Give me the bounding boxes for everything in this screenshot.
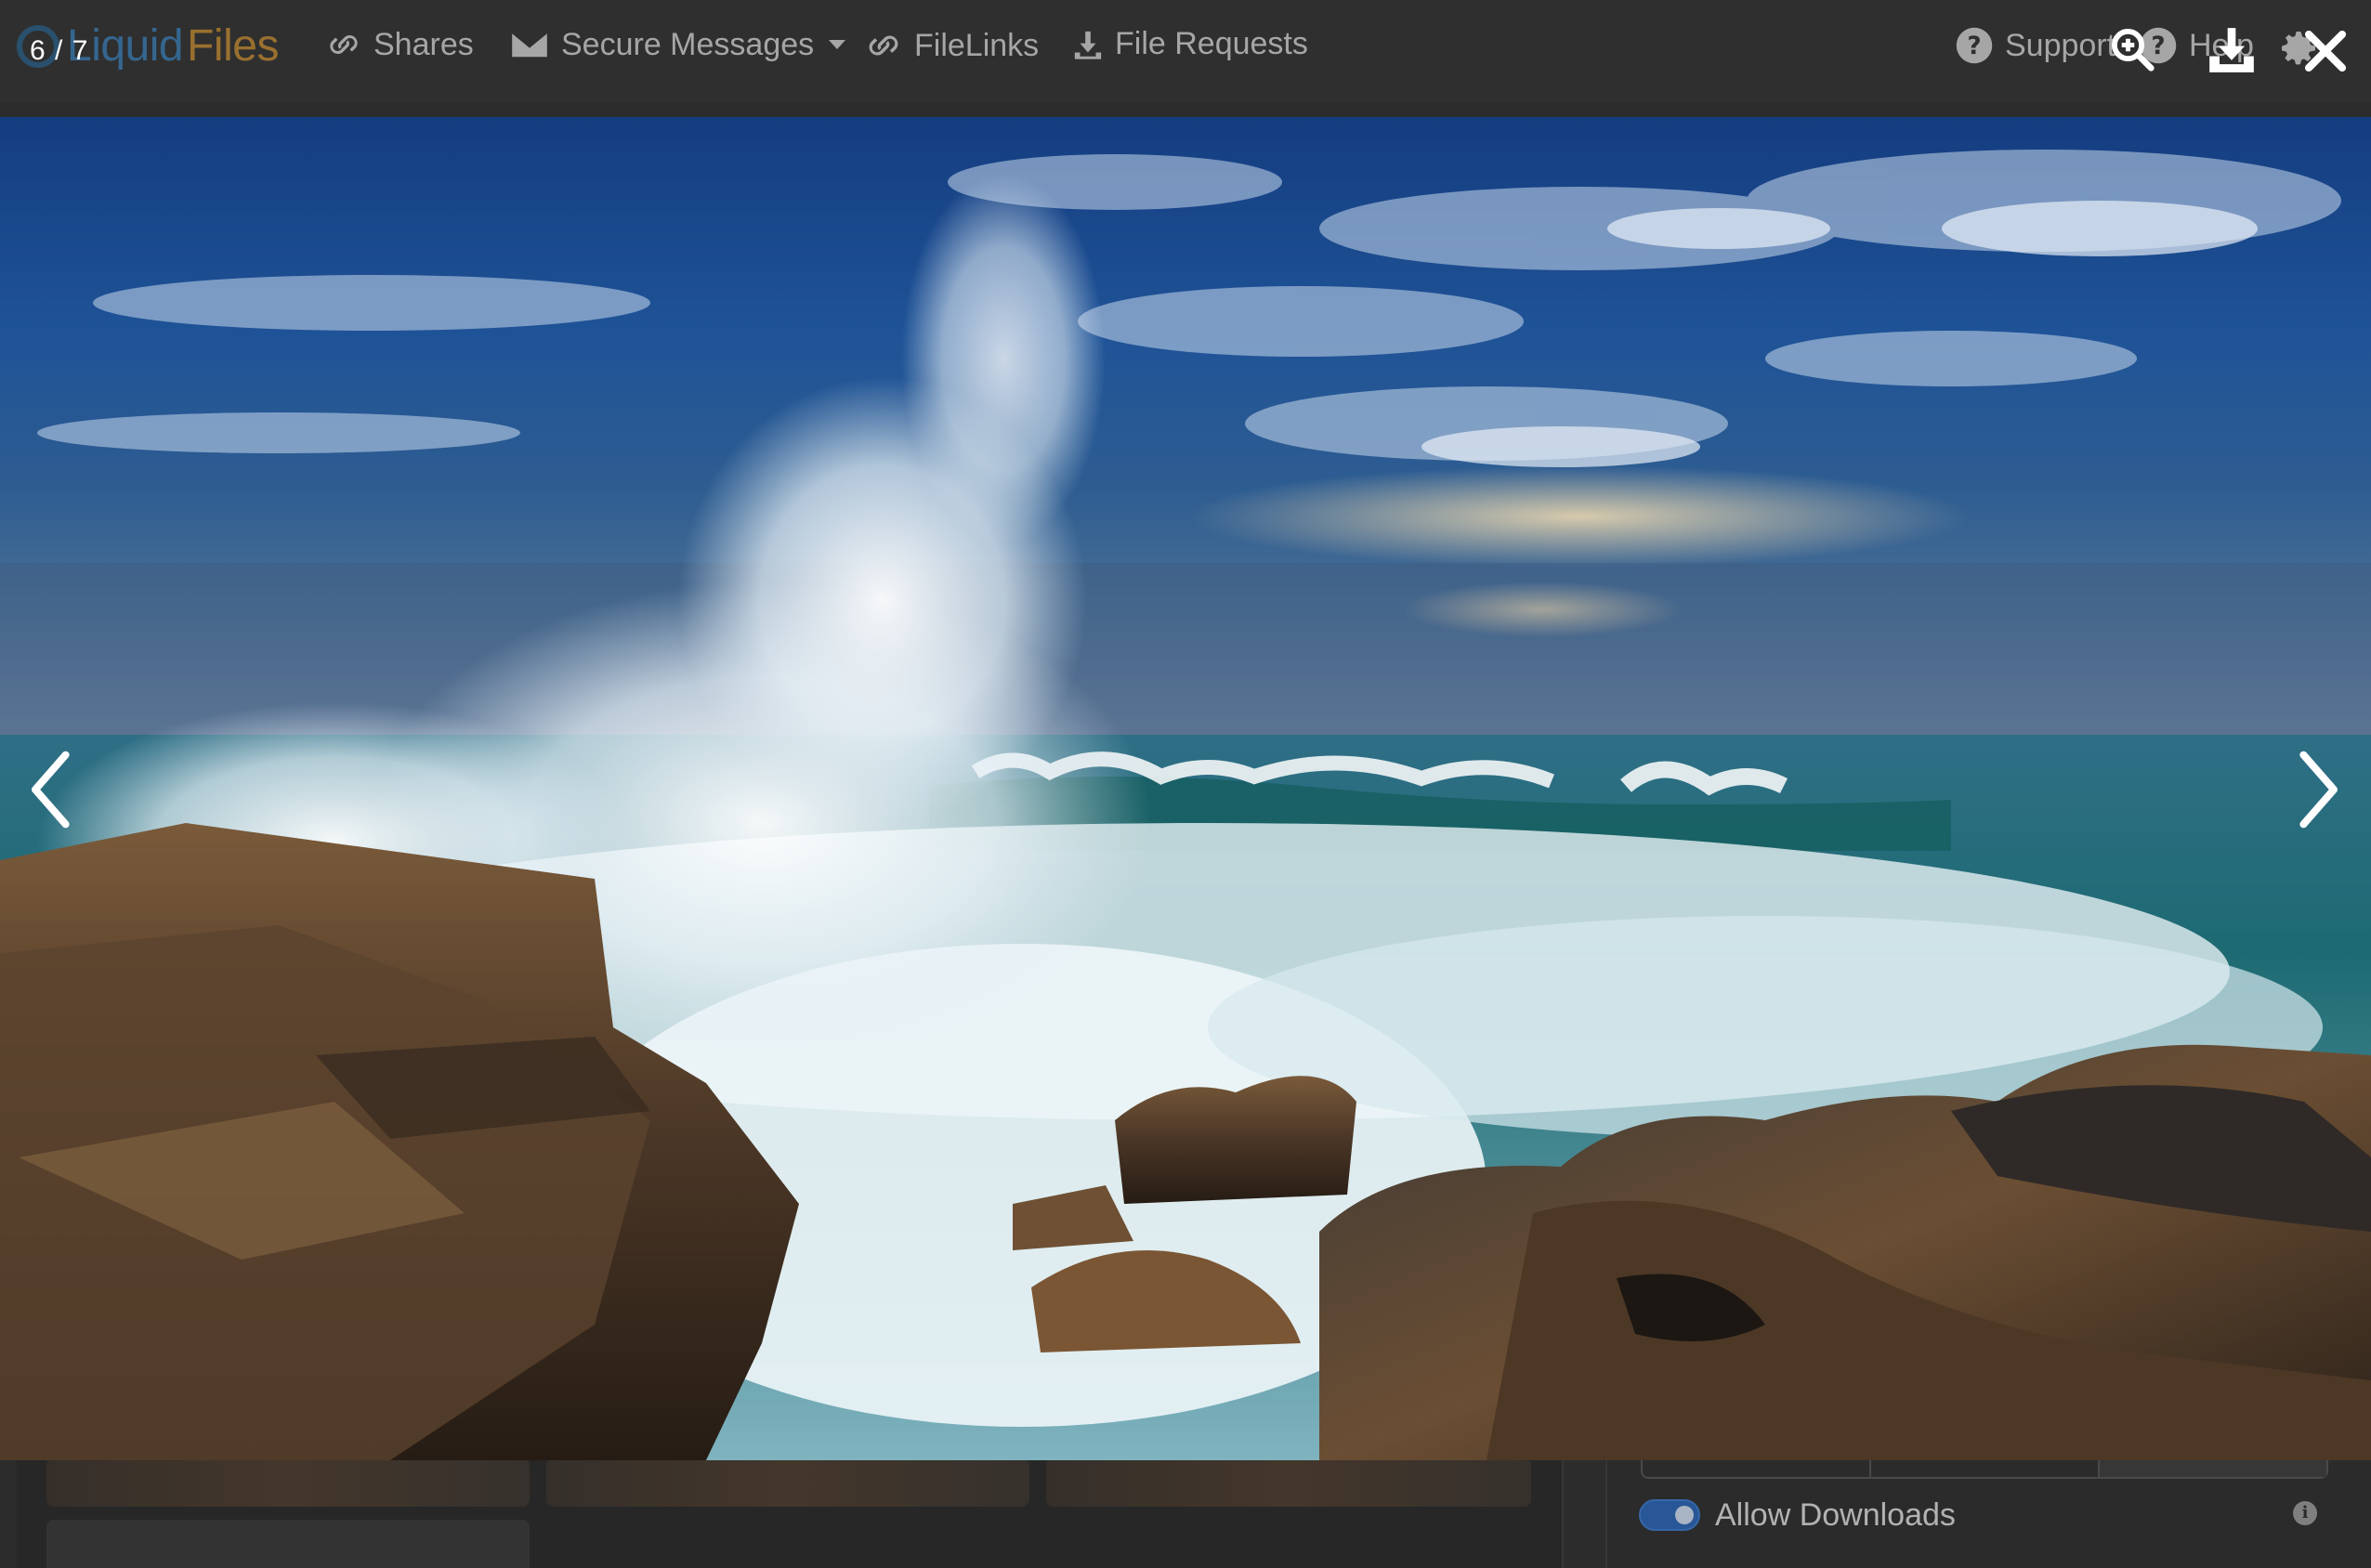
chevron-left-icon [32,751,70,829]
page: Liquid Files Shares Secure Messages FileL… [0,0,2371,1568]
lightbox-image [0,117,2371,1460]
image-counter: 6 / 7 [30,35,89,66]
next-image-button[interactable] [2295,741,2347,838]
close-icon [2304,30,2347,72]
previous-image-button[interactable] [22,741,74,838]
chevron-right-icon [2299,751,2338,829]
close-button[interactable] [2300,26,2351,76]
download-icon [2209,28,2254,72]
zoom-button[interactable] [2107,24,2157,74]
download-button[interactable] [2206,26,2258,74]
zoom-in-icon [2111,28,2155,72]
seascape-photo [0,117,2371,1460]
